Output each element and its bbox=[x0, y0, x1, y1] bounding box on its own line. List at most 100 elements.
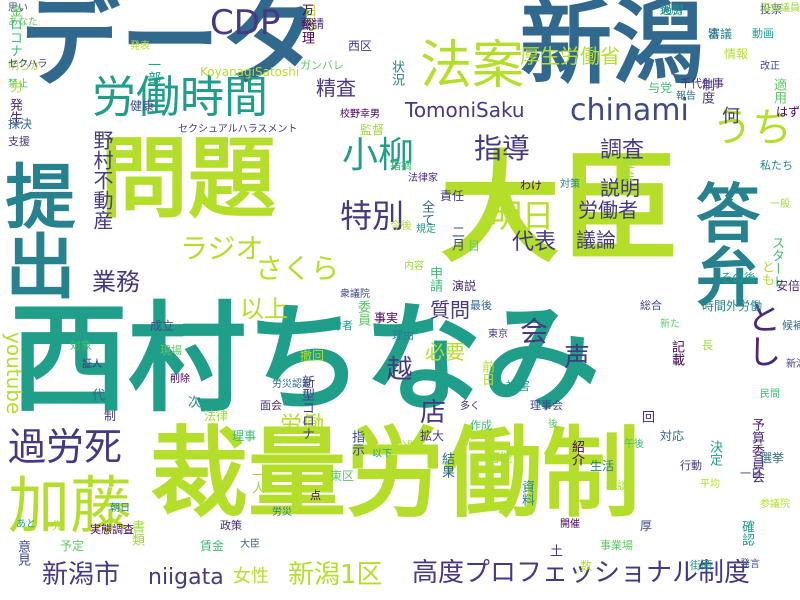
word-small: 数 bbox=[580, 559, 593, 573]
word-sekuhara-long: セクシュアルハラスメント bbox=[178, 124, 298, 135]
word-tomonisaku: TomoniSaku bbox=[405, 98, 525, 122]
word-small: 決定 bbox=[707, 440, 722, 466]
word-small: 法 bbox=[708, 27, 719, 40]
word-cdp: CDP bbox=[210, 3, 281, 43]
word-small: 与党 bbox=[648, 81, 673, 95]
word-small: 指示 bbox=[349, 430, 364, 456]
word-small: 大臣 bbox=[240, 539, 260, 550]
word-nani: 何 bbox=[722, 106, 740, 127]
word-small: 土 bbox=[547, 544, 562, 557]
word-josei: 女性 bbox=[233, 566, 269, 587]
word-toben: 答弁 bbox=[685, 180, 759, 308]
word-small: 点 bbox=[310, 489, 321, 502]
word-niigata-shi: 新潟市 bbox=[42, 560, 121, 590]
word-small: 公開 bbox=[396, 439, 418, 452]
word-hitsuyou: 必要 bbox=[425, 340, 465, 364]
word-small: 民間 bbox=[760, 389, 780, 400]
word-small: 制度 bbox=[699, 78, 714, 104]
word-small: 予定 bbox=[60, 539, 85, 553]
word-koyanagi-satoshi: KoyanagiSatoshi bbox=[200, 65, 300, 79]
word-small: 東区 bbox=[330, 469, 355, 483]
word-koshi: 越 bbox=[382, 355, 412, 381]
word-small: 参議院 bbox=[760, 499, 790, 510]
word-small: 可能 bbox=[488, 451, 513, 465]
word-small: 申請 bbox=[427, 266, 442, 292]
word-small: 前日 bbox=[479, 360, 494, 386]
word-small: 書類 bbox=[129, 520, 144, 546]
word-rodo-jikan: 労働時間 bbox=[92, 72, 268, 123]
word-daihyo: 代表 bbox=[512, 230, 557, 255]
word-small: 回 bbox=[639, 410, 654, 423]
word-small: 現場 bbox=[160, 344, 182, 357]
word-small: 内容 bbox=[404, 261, 424, 272]
word-small: 次 bbox=[185, 395, 200, 408]
word-small: 新潟県 bbox=[786, 359, 800, 370]
word-ijo: 以上 bbox=[240, 295, 288, 323]
word-small: 新た bbox=[660, 319, 680, 330]
word-niigata: niigata bbox=[148, 565, 224, 590]
word-small: 紹介 bbox=[569, 440, 584, 466]
word-small: 実態調査 bbox=[90, 523, 134, 536]
word-kai: 会 bbox=[520, 315, 549, 348]
word-small: 全て bbox=[419, 200, 434, 226]
word-small: 新型コロナ bbox=[299, 375, 314, 440]
word-small: 事実 bbox=[374, 311, 399, 325]
word-small: 一部 bbox=[145, 58, 160, 84]
word-kourou: 過労死 bbox=[8, 425, 123, 469]
word-small: 私たち bbox=[760, 159, 793, 172]
word-small: 資料 bbox=[519, 480, 534, 506]
word-small: とも bbox=[759, 260, 774, 286]
word-small: 代 bbox=[89, 388, 104, 401]
word-niigata-1ku: 新潟1区 bbox=[288, 560, 383, 590]
word-kosei-rodosho: 厚生労働省 bbox=[520, 44, 620, 68]
word-small: 実態 bbox=[660, 3, 682, 16]
word-small: 作成 bbox=[470, 419, 492, 432]
word-small: 対策 bbox=[560, 179, 580, 190]
word-small: 万 bbox=[302, 3, 315, 17]
word-small: セクハラ bbox=[8, 59, 48, 70]
word-small: 社会 bbox=[619, 156, 634, 182]
word-small: 賃金 bbox=[200, 539, 225, 553]
word-small: 事業場 bbox=[600, 539, 633, 552]
word-small: 理由 bbox=[392, 329, 414, 342]
word-small: 確認 bbox=[739, 520, 754, 546]
word-nomura: 野村不動産 bbox=[90, 130, 114, 230]
word-small: はず bbox=[776, 105, 800, 119]
word-gyomu: 業務 bbox=[92, 268, 140, 296]
word-cloud: 大臣 西村ちなみ 裁量労働制 データ 新潟 問題 提出 答弁 加藤 法案 労働時間 CDP 過労死 chi… bbox=[0, 0, 800, 600]
word-seisa: 精査 bbox=[316, 76, 356, 100]
word-small: 状況 bbox=[389, 60, 404, 86]
word-small: 二月 bbox=[449, 225, 464, 251]
word-small: 記載 bbox=[669, 340, 684, 366]
word-youtube: youtube bbox=[2, 332, 26, 415]
word-small: あと bbox=[16, 519, 36, 530]
word-small: 一日 bbox=[740, 467, 762, 480]
word-small: ロコナ bbox=[7, 18, 22, 57]
word-small: 今後 bbox=[390, 219, 412, 232]
word-small: 金 bbox=[7, 4, 22, 17]
word-small: 面会 bbox=[260, 399, 282, 412]
word-small: 発言 bbox=[740, 559, 760, 570]
word-small: 撤回 bbox=[300, 349, 325, 363]
word-small: 規定 bbox=[416, 224, 436, 235]
word-sakura: さくら bbox=[255, 252, 340, 285]
word-nishiku: 西区 bbox=[348, 39, 373, 53]
word-mise: 店 bbox=[420, 398, 447, 428]
word-small: ガンバレ bbox=[300, 59, 344, 72]
word-small: 責任 bbox=[440, 189, 465, 203]
word-small: 成立 bbox=[150, 319, 175, 333]
word-small: 報告 bbox=[676, 91, 696, 102]
word-small: 適用 bbox=[771, 78, 786, 104]
word-small: 厚 bbox=[640, 519, 653, 533]
word-small: 演説 bbox=[452, 279, 477, 293]
word-small: その後 bbox=[720, 271, 757, 285]
word-small: 開催 bbox=[560, 519, 580, 530]
word-small: 情報 bbox=[724, 47, 749, 61]
word-small: 安倍総理 bbox=[776, 279, 800, 293]
word-small: 一人 bbox=[249, 468, 264, 494]
word-hoan: 法案 bbox=[420, 36, 525, 96]
word-sairyo-rodo-sei: 裁量労働制 bbox=[150, 417, 641, 531]
word-small: 支援 bbox=[8, 135, 30, 148]
word-small: 先 bbox=[52, 519, 63, 532]
word-small: 一般 bbox=[770, 199, 790, 210]
